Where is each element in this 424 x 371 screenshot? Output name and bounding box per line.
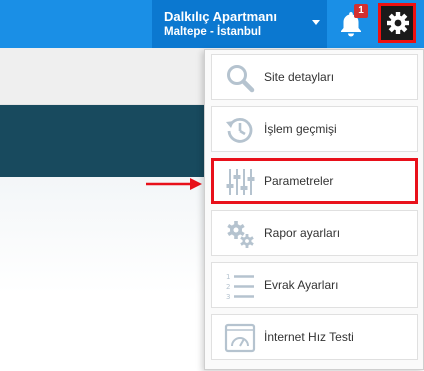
menu-item-report-settings[interactable]: Rapor ayarları xyxy=(211,210,418,256)
settings-button[interactable] xyxy=(378,3,416,43)
gears-icon xyxy=(227,221,254,248)
site-name: Dalkılıç Apartmanı xyxy=(164,9,277,24)
history-clock-icon xyxy=(226,117,253,143)
sliders-icon xyxy=(226,169,255,195)
speedometer-icon xyxy=(224,323,256,353)
annotation-arrow xyxy=(146,178,202,190)
menu-item-label: İnternet Hız Testi xyxy=(264,330,354,344)
menu-item-document-settings[interactable]: 1 2 3 Evrak Ayarları xyxy=(211,262,418,308)
site-location: Maltepe - İstanbul xyxy=(164,26,262,38)
svg-text:2: 2 xyxy=(226,283,230,291)
menu-item-label: Evrak Ayarları xyxy=(264,278,339,292)
menu-item-parameters[interactable]: Parametreler xyxy=(211,158,418,204)
menu-item-internet-speed-test[interactable]: İnternet Hız Testi xyxy=(211,314,418,360)
gear-icon xyxy=(387,12,409,34)
svg-text:1: 1 xyxy=(226,273,230,281)
menu-item-label: Site detayları xyxy=(264,70,335,84)
chevron-down-icon xyxy=(312,20,320,25)
top-bar: Dalkılıç Apartmanı Maltepe - İstanbul 1 xyxy=(0,0,424,48)
numbered-list-icon: 1 2 3 xyxy=(226,273,254,301)
notifications-button[interactable]: 1 xyxy=(334,4,372,44)
settings-dropdown-menu: Site detayları İşlem geçmişi Parametrele… xyxy=(204,49,424,370)
menu-item-site-details[interactable]: Site detayları xyxy=(211,54,418,100)
notification-badge: 1 xyxy=(354,4,368,18)
menu-item-label: İşlem geçmişi xyxy=(264,122,337,136)
menu-item-history[interactable]: İşlem geçmişi xyxy=(211,106,418,152)
search-icon xyxy=(227,65,255,93)
menu-item-label: Parametreler xyxy=(264,174,334,188)
site-selector[interactable]: Dalkılıç Apartmanı Maltepe - İstanbul xyxy=(152,0,327,48)
menu-item-label: Rapor ayarları xyxy=(264,226,341,240)
svg-text:3: 3 xyxy=(226,293,230,301)
